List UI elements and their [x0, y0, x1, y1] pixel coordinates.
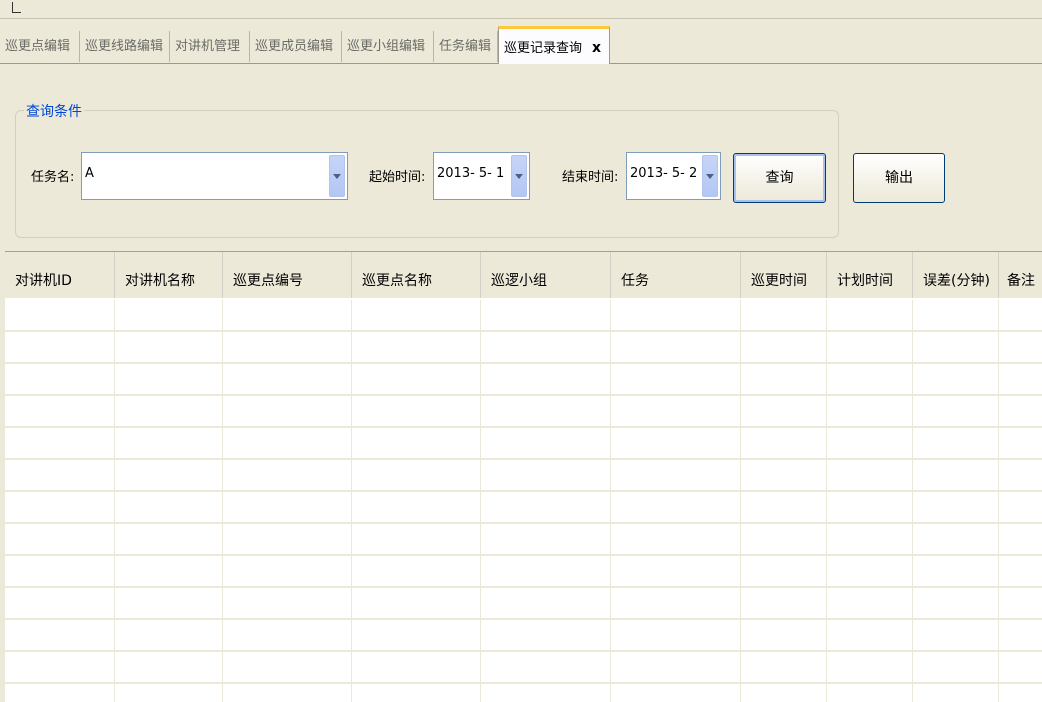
column-header-error-minutes[interactable]: 误差(分钟): [913, 252, 999, 298]
tab-intercom-manage[interactable]: 对讲机管理: [170, 31, 250, 62]
tab-patrol-record-query[interactable]: 巡更记录查询 x: [498, 26, 610, 64]
column-header-task[interactable]: 任务: [611, 252, 741, 298]
tab-patrol-group-edit[interactable]: 巡更小组编辑: [342, 31, 434, 62]
tab-label: 巡更线路编辑: [85, 39, 164, 54]
end-time-picker[interactable]: 2013- 5- 2: [626, 152, 721, 200]
end-time-value: 2013- 5- 2: [630, 166, 698, 181]
task-name-label: 任务名:: [31, 170, 75, 185]
tab-patrol-member-edit[interactable]: 巡更成员编辑: [250, 31, 342, 62]
table-row[interactable]: [5, 588, 1042, 620]
grid-header: 对讲机ID 对讲机名称 巡更点编号 巡更点名称 巡逻小组 任务 巡更时间 计划时…: [5, 252, 1042, 298]
task-name-value: A: [85, 166, 94, 181]
grid-rows: [5, 300, 1042, 684]
column-header-point-name[interactable]: 巡更点名称: [352, 252, 481, 298]
tab-label: 对讲机管理: [175, 39, 241, 54]
column-header-remarks[interactable]: 备注: [999, 252, 1042, 298]
task-name-select[interactable]: A: [81, 152, 348, 200]
column-header-patrol-time[interactable]: 巡更时间: [741, 252, 827, 298]
table-row[interactable]: [5, 556, 1042, 588]
tab-label: 任务编辑: [439, 39, 492, 54]
table-row[interactable]: [5, 492, 1042, 524]
table-row[interactable]: [5, 396, 1042, 428]
tab-label: 巡更成员编辑: [255, 39, 334, 54]
start-time-value: 2013- 5- 1: [437, 166, 505, 181]
column-header-intercom-id[interactable]: 对讲机ID: [5, 252, 115, 298]
chevron-down-icon[interactable]: [329, 155, 345, 197]
table-row[interactable]: [5, 428, 1042, 460]
chevron-down-icon[interactable]: [702, 155, 718, 197]
table-row[interactable]: [5, 300, 1042, 332]
table-row[interactable]: [5, 620, 1042, 652]
tab-label: 巡更点编辑: [5, 39, 71, 54]
export-button[interactable]: 输出: [853, 153, 945, 203]
column-header-patrol-group[interactable]: 巡逻小组: [481, 252, 611, 298]
end-time-label: 结束时间:: [562, 170, 619, 185]
window-top-strip: [0, 0, 1042, 19]
window-corner-glyph: [12, 2, 21, 13]
query-conditions-title: 查询条件: [24, 101, 84, 121]
table-row[interactable]: [5, 332, 1042, 364]
start-time-label: 起始时间:: [369, 170, 426, 185]
tab-task-edit[interactable]: 任务编辑: [434, 31, 498, 62]
tab-label: 巡更记录查询: [504, 41, 583, 56]
tab-strip: 巡更点编辑 巡更线路编辑 对讲机管理 巡更成员编辑 巡更小组编辑 任务编辑 巡更…: [0, 26, 1042, 64]
record-grid: 对讲机ID 对讲机名称 巡更点编号 巡更点名称 巡逻小组 任务 巡更时间 计划时…: [5, 251, 1042, 702]
column-header-intercom-name[interactable]: 对讲机名称: [115, 252, 223, 298]
table-row[interactable]: [5, 460, 1042, 492]
tab-patrol-route-edit[interactable]: 巡更线路编辑: [80, 31, 170, 62]
column-header-point-number[interactable]: 巡更点编号: [223, 252, 352, 298]
tab-label: 巡更小组编辑: [347, 39, 426, 54]
table-row[interactable]: [5, 652, 1042, 684]
query-button[interactable]: 查询: [733, 153, 826, 203]
table-row[interactable]: [5, 364, 1042, 396]
column-header-plan-time[interactable]: 计划时间: [827, 252, 913, 298]
chevron-down-icon[interactable]: [511, 155, 527, 197]
table-row[interactable]: [5, 524, 1042, 556]
tab-patrol-point-edit[interactable]: 巡更点编辑: [0, 31, 80, 62]
start-time-picker[interactable]: 2013- 5- 1: [433, 152, 530, 200]
tab-close-icon[interactable]: x: [592, 40, 601, 56]
